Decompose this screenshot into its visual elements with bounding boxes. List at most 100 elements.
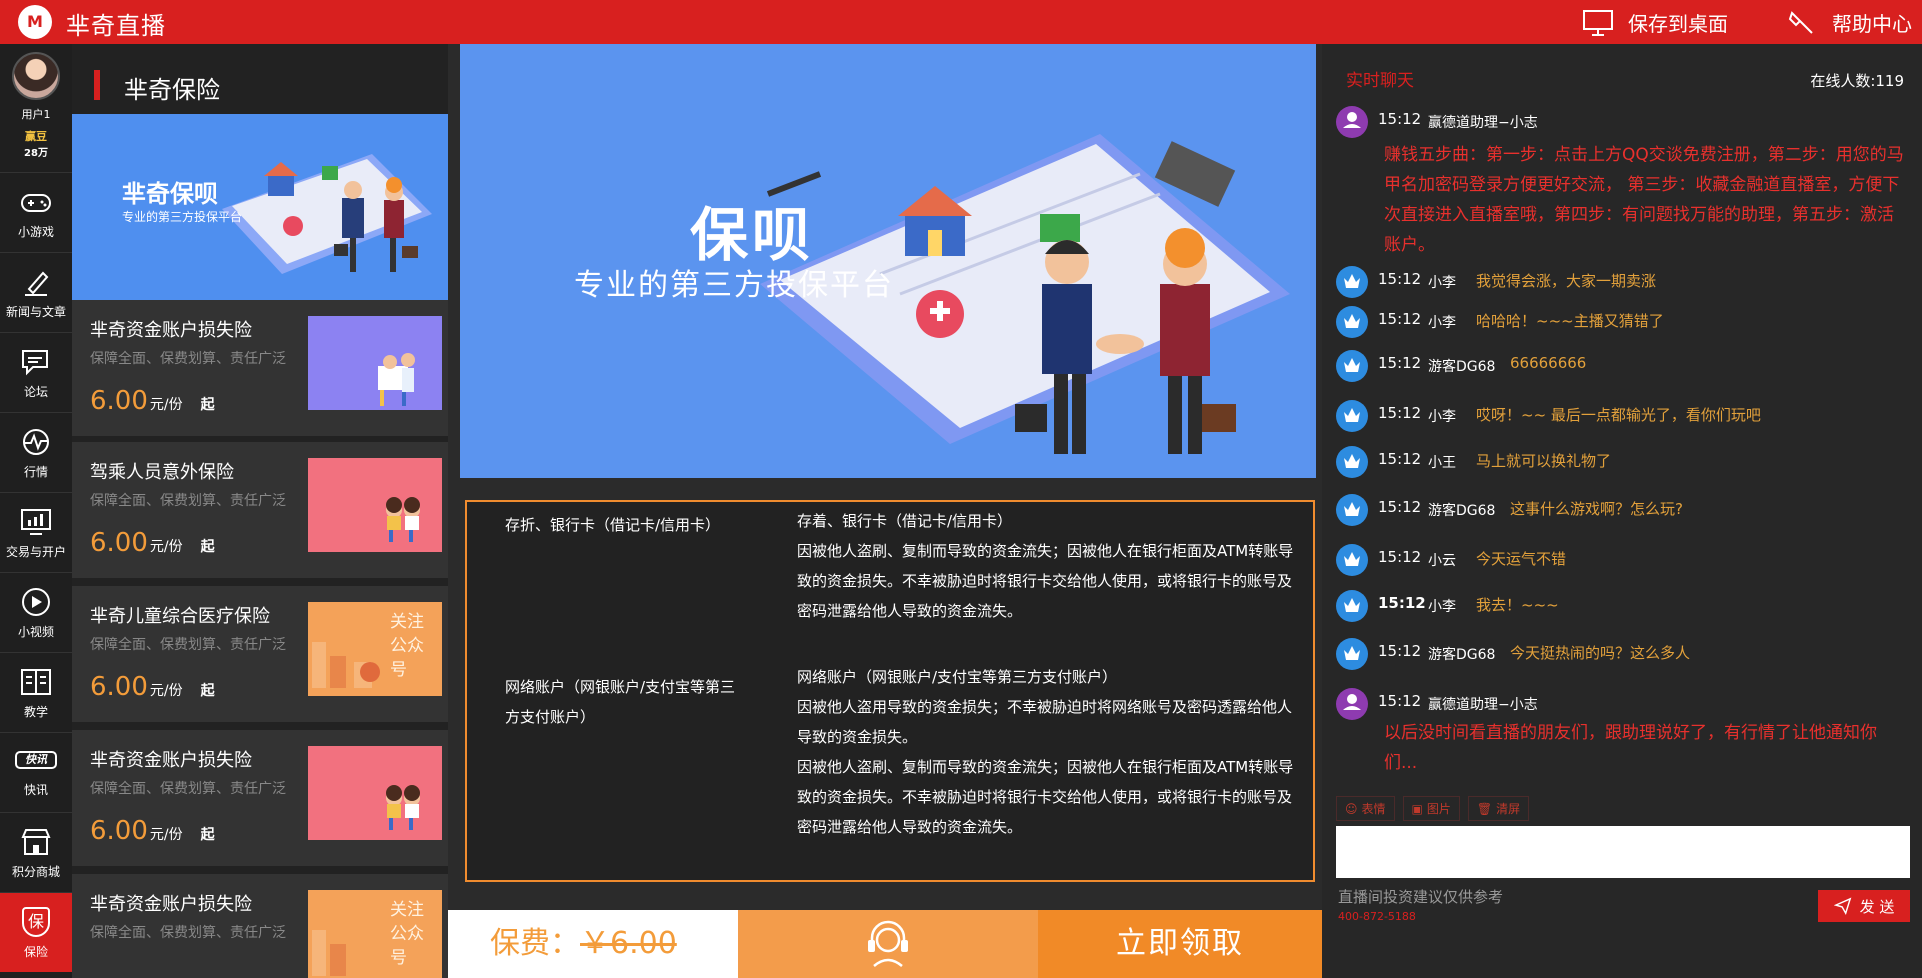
product-card[interactable]: 芈奇资金账户损失险 保障全面、保费划算、责任广泛 6.00 元/份起 bbox=[72, 730, 448, 866]
clear-label: 清屏 bbox=[1496, 802, 1521, 816]
emoji-button[interactable]: ☺ 表情 bbox=[1336, 796, 1395, 821]
message-text: 我觉得会涨，大家一期卖涨 bbox=[1476, 272, 1657, 290]
coin-label: 赢豆 bbox=[25, 130, 47, 143]
store-icon bbox=[21, 829, 51, 855]
user-profile[interactable]: 用户1 赢豆 28万 bbox=[0, 44, 72, 172]
nav-label: 交易与开户 bbox=[5, 545, 66, 559]
product-desc: 保障全面、保费划算、责任广泛 bbox=[90, 781, 286, 797]
hero-subtitle: 专业的第三方投保平台 bbox=[122, 210, 243, 224]
message-user[interactable]: 小李 bbox=[1428, 272, 1456, 292]
product-card[interactable]: 芈奇儿童综合医疗保险 保障全面、保费划算、责任广泛 6.00 元/份起 关注公众号 bbox=[72, 586, 448, 722]
image-label: 图片 bbox=[1426, 802, 1451, 816]
left-nav: 用户1 赢豆 28万 小游戏 新闻与文章 论坛 行情 交易与开户 小视频 教学 … bbox=[0, 44, 72, 978]
nav-item-video[interactable]: 小视频 bbox=[0, 572, 72, 652]
nav-item-games[interactable]: 小游戏 bbox=[0, 172, 72, 252]
app-title: 芈奇直播 bbox=[66, 12, 166, 40]
coverage-left-2: 网络账户（网银账户/支付宝等第三方支付账户） bbox=[505, 678, 736, 726]
chat-toolbar: ☺ 表情 ▣ 图片 🗑 清屏 bbox=[1336, 796, 1530, 821]
message-user[interactable]: 游客DG68 bbox=[1428, 644, 1495, 664]
message-time: 15:12 bbox=[1378, 404, 1422, 422]
panel-header: 芈奇保险 bbox=[72, 44, 448, 114]
book-icon bbox=[21, 669, 51, 695]
message-user[interactable]: 游客DG68 bbox=[1428, 356, 1495, 376]
follow-official-account-text: 关注公众号 bbox=[390, 900, 424, 968]
kids-illustration bbox=[386, 497, 420, 542]
message-text: 马上就可以换礼物了 bbox=[1476, 452, 1612, 470]
member-badge-icon bbox=[1336, 446, 1368, 478]
hero-title: 芈奇保呗 bbox=[122, 180, 218, 208]
nav-label: 行情 bbox=[23, 465, 48, 479]
top-bar: M 芈奇直播 保存到桌面 帮助中心 bbox=[0, 0, 1922, 44]
nav-label: 小游戏 bbox=[17, 225, 54, 239]
member-badge-icon bbox=[1336, 306, 1368, 338]
message-user[interactable]: 小王 bbox=[1428, 452, 1456, 472]
product-name: 芈奇资金账户损失险 bbox=[90, 320, 252, 341]
insurance-banner: 保呗 专业的第三方投保平台 bbox=[460, 44, 1316, 478]
member-badge-icon bbox=[1336, 494, 1368, 526]
chat-disclaimer: 直播间投资建议仅供参考 bbox=[1338, 888, 1504, 906]
member-badge-icon bbox=[1336, 266, 1368, 298]
chat-title: 实时聊天 bbox=[1346, 71, 1414, 91]
insurance-icon: 保 bbox=[22, 907, 50, 937]
chat-input[interactable] bbox=[1336, 826, 1910, 878]
product-card[interactable]: 驾乘人员意外保险 保障全面、保费划算、责任广泛 6.00 元/份起 bbox=[72, 442, 448, 578]
message-user[interactable]: 游客DG68 bbox=[1428, 500, 1495, 520]
clear-screen-button[interactable]: 🗑 清屏 bbox=[1467, 796, 1530, 821]
message-time: 15:12 bbox=[1378, 270, 1422, 288]
message-user[interactable]: 赢德道助理−小志 bbox=[1428, 112, 1538, 132]
message-time: 15:12 bbox=[1378, 692, 1422, 710]
send-button[interactable]: 发 送 bbox=[1818, 890, 1910, 922]
nav-item-store[interactable]: 积分商城 bbox=[0, 812, 72, 892]
emoji-label: 表情 bbox=[1361, 802, 1386, 816]
nav-item-teaching[interactable]: 教学 bbox=[0, 652, 72, 732]
claim-now-button[interactable]: 立即领取 bbox=[1038, 910, 1322, 978]
banner-subtitle: 专业的第三方投保平台 bbox=[574, 268, 894, 303]
nav-item-forum[interactable]: 论坛 bbox=[0, 332, 72, 412]
app-logo[interactable]: M bbox=[18, 5, 52, 39]
user-name: 用户1 bbox=[21, 108, 51, 121]
message-time: 15:12 bbox=[1378, 450, 1422, 468]
avatar[interactable] bbox=[12, 52, 60, 100]
product-desc: 保障全面、保费划算、责任广泛 bbox=[90, 493, 286, 509]
nav-item-trading[interactable]: 交易与开户 bbox=[0, 492, 72, 572]
doctor-illustration bbox=[378, 353, 415, 406]
gamepad-icon bbox=[21, 194, 51, 212]
product-card[interactable]: 芈奇资金账户损失险 保障全面、保费划算、责任广泛 6.00 元/份起 bbox=[72, 300, 448, 436]
message-text: 哈哈哈！~~~主播又猜错了 bbox=[1476, 312, 1664, 330]
trash-icon: 🗑 bbox=[1476, 801, 1493, 816]
nav-item-insurance[interactable]: 保 保险 bbox=[0, 892, 72, 972]
customer-service-button[interactable] bbox=[738, 910, 1038, 978]
save-to-desktop-button[interactable]: 保存到桌面 bbox=[1582, 8, 1728, 37]
member-badge-icon bbox=[1336, 350, 1368, 382]
online-count: 在线人数:119 bbox=[1810, 72, 1904, 90]
nav-item-flash[interactable]: 快讯 快讯 bbox=[0, 732, 72, 812]
nav-item-news[interactable]: 新闻与文章 bbox=[0, 252, 72, 332]
pen-icon bbox=[25, 271, 49, 296]
message-user[interactable]: 赢德道助理−小志 bbox=[1428, 694, 1538, 714]
message-text: 今天运气不错 bbox=[1476, 550, 1567, 568]
forum-icon bbox=[22, 350, 48, 376]
coverage-details: 存折、银行卡（借记卡/信用卡） 网络账户（网银账户/支付宝等第三方支付账户） 存… bbox=[465, 500, 1315, 882]
help-center-button[interactable]: 帮助中心 bbox=[1786, 8, 1912, 37]
image-button[interactable]: ▣ 图片 bbox=[1402, 796, 1460, 821]
paper-plane-icon bbox=[1833, 897, 1851, 915]
hero-card[interactable]: 芈奇保呗 专业的第三方投保平台 bbox=[72, 114, 448, 300]
message-user[interactable]: 小李 bbox=[1428, 406, 1456, 426]
product-thumbnail bbox=[308, 458, 442, 552]
message-text: 我去！~~~ bbox=[1476, 596, 1559, 614]
message-user[interactable]: 小云 bbox=[1428, 550, 1456, 570]
coverage-right-2-text: 因被他人盗用导致的资金损失；不幸被胁迫时将网络账号及密码透露给他人导致的资金损失… bbox=[797, 698, 1293, 746]
message-user[interactable]: 小李 bbox=[1428, 596, 1456, 616]
product-price: 6.00 元/份起 bbox=[90, 386, 215, 416]
fee-display: 保费：￥6.00 bbox=[448, 910, 738, 978]
title-accent-bar bbox=[94, 70, 100, 100]
message-user[interactable]: 小李 bbox=[1428, 312, 1456, 332]
product-card[interactable]: 芈奇资金账户损失险 保障全面、保费划算、责任广泛 关注公众号 bbox=[72, 874, 448, 978]
monitor-chart-icon bbox=[21, 509, 51, 535]
news-flash-icon: 快讯 bbox=[15, 751, 57, 769]
member-badge-icon bbox=[1336, 400, 1368, 432]
product-price: 6.00 元/份起 bbox=[90, 816, 215, 846]
product-thumbnail bbox=[308, 746, 442, 840]
insurance-product-panel: 芈奇保险 芈奇保呗 专业的第三方投保平台 芈奇资金账户损失险 保障全面、保费划算… bbox=[72, 44, 448, 978]
nav-item-market[interactable]: 行情 bbox=[0, 412, 72, 492]
